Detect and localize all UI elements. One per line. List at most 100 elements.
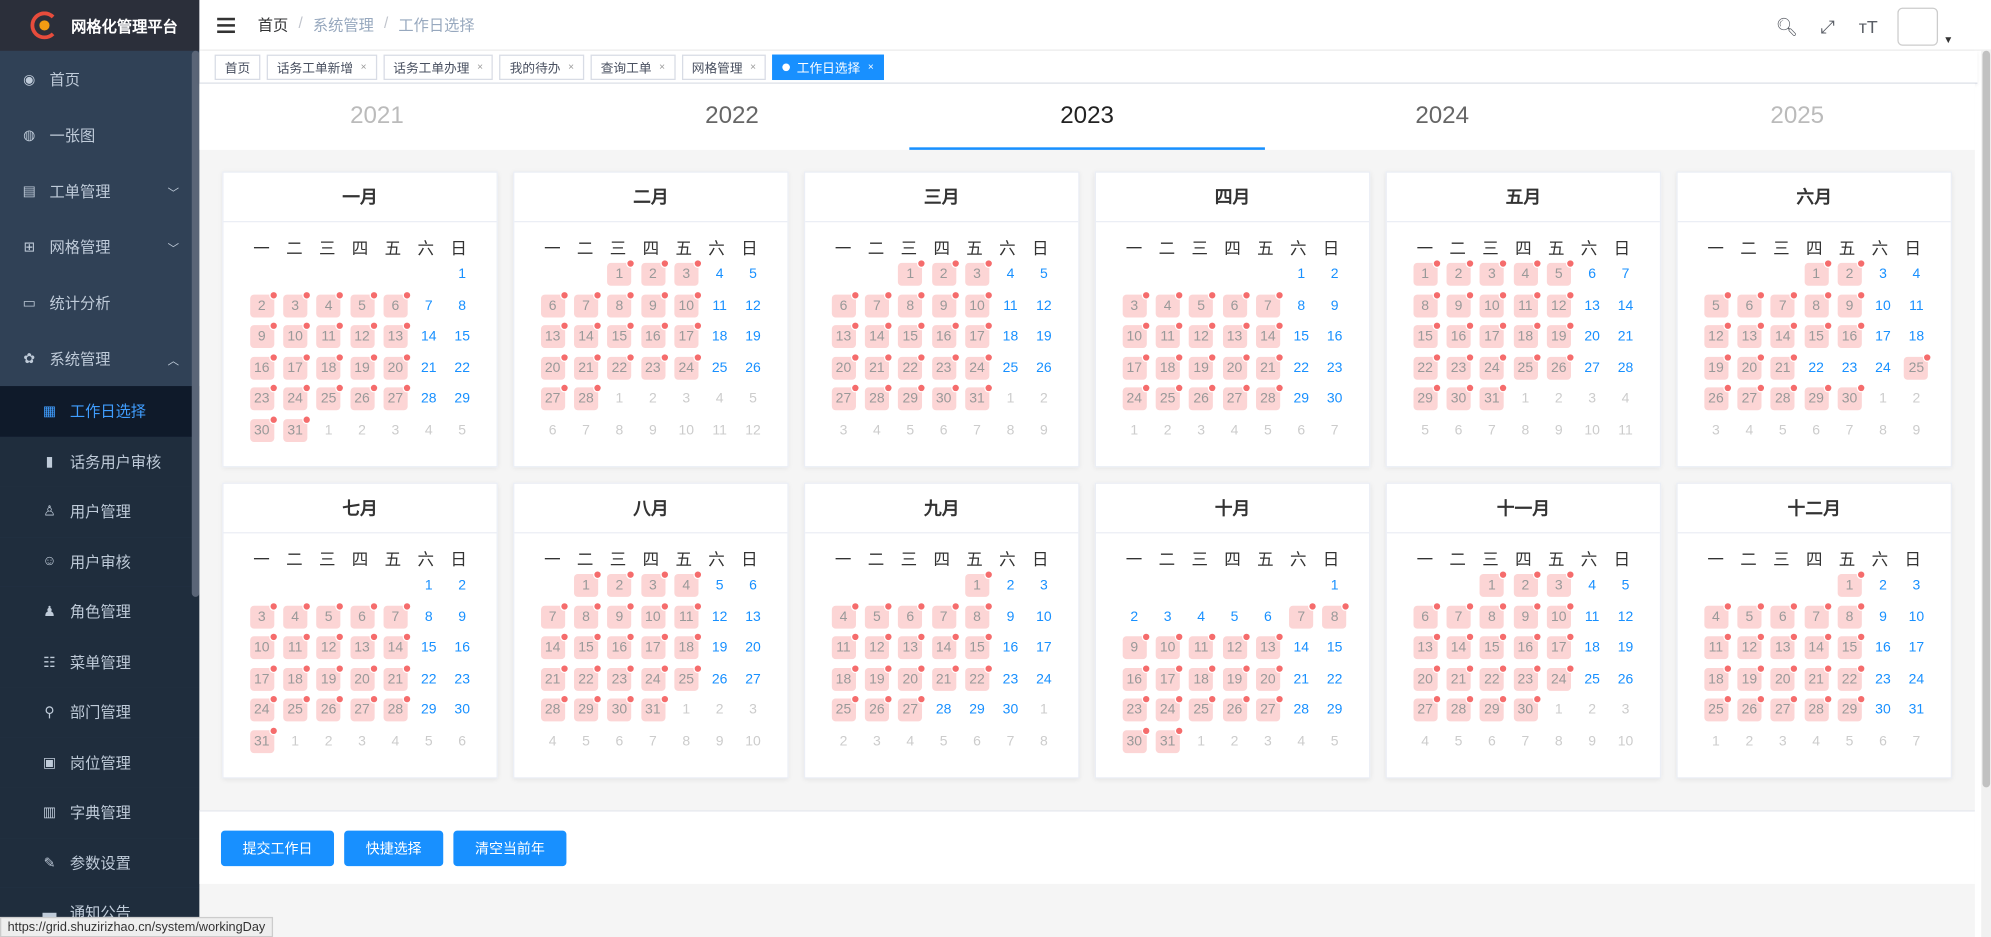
- rest-day[interactable]: 25: [1155, 383, 1184, 411]
- rest-day[interactable]: 12: [1546, 290, 1575, 317]
- rest-day[interactable]: 6: [898, 601, 927, 629]
- rest-day[interactable]: 17: [1546, 632, 1575, 660]
- rest-day[interactable]: 26: [1546, 352, 1575, 380]
- sidebar-item[interactable]: ▤ 工单管理 ﹀: [0, 163, 199, 219]
- work-day[interactable]: 9: [450, 605, 474, 628]
- rest-day[interactable]: 11: [316, 321, 345, 348]
- rest-day[interactable]: 30: [931, 383, 960, 411]
- rest-day[interactable]: 22: [1837, 663, 1866, 691]
- rest-day[interactable]: 25: [831, 694, 860, 722]
- rest-day[interactable]: 26: [1737, 694, 1766, 722]
- rest-day[interactable]: 17: [965, 321, 993, 348]
- year-tab[interactable]: 2024: [1265, 84, 1620, 150]
- rest-day[interactable]: 8: [1479, 601, 1508, 629]
- work-day[interactable]: 19: [1613, 636, 1637, 659]
- rest-day[interactable]: 14: [1255, 321, 1284, 348]
- work-day[interactable]: 3: [1156, 605, 1180, 628]
- work-day[interactable]: 23: [1837, 356, 1861, 379]
- rest-day[interactable]: 8: [965, 601, 993, 629]
- tab-0[interactable]: 首页: [214, 53, 261, 80]
- rest-day[interactable]: 20: [1737, 352, 1766, 380]
- rest-day[interactable]: 25: [1189, 694, 1217, 722]
- work-day[interactable]: 12: [708, 605, 732, 628]
- rest-day[interactable]: 6: [1770, 601, 1799, 629]
- work-day[interactable]: 4: [1189, 605, 1213, 628]
- work-day[interactable]: 1: [417, 574, 441, 597]
- rest-day[interactable]: 16: [607, 632, 636, 660]
- work-day[interactable]: 25: [998, 356, 1022, 379]
- rest-day[interactable]: 1: [1837, 570, 1866, 597]
- rest-day[interactable]: 5: [1546, 259, 1575, 286]
- rest-day[interactable]: 31: [640, 694, 669, 722]
- rest-day[interactable]: 16: [931, 321, 960, 348]
- work-day[interactable]: 2: [1871, 574, 1895, 597]
- rest-day[interactable]: 7: [573, 290, 602, 317]
- rest-day[interactable]: 25: [1703, 694, 1732, 722]
- rest-day[interactable]: 21: [573, 352, 602, 380]
- rest-day[interactable]: 14: [573, 321, 602, 348]
- rest-day[interactable]: 18: [1703, 663, 1732, 691]
- rest-day[interactable]: 6: [540, 290, 569, 317]
- rest-day[interactable]: 6: [383, 290, 412, 317]
- rest-day[interactable]: 18: [1155, 352, 1184, 380]
- rest-day[interactable]: 29: [1479, 694, 1508, 722]
- rest-day[interactable]: 4: [831, 601, 860, 629]
- rest-day[interactable]: 21: [1446, 663, 1475, 691]
- rest-day[interactable]: 2: [640, 259, 669, 286]
- work-day[interactable]: 14: [417, 325, 441, 348]
- rest-day[interactable]: 16: [1513, 632, 1542, 660]
- rest-day[interactable]: 3: [640, 570, 669, 597]
- rest-day[interactable]: 27: [898, 694, 927, 722]
- rest-day[interactable]: 25: [1904, 352, 1933, 380]
- rest-day[interactable]: 19: [316, 663, 345, 691]
- rest-day[interactable]: 12: [864, 632, 893, 660]
- work-day[interactable]: 20: [741, 636, 765, 659]
- quick-select-button[interactable]: 快捷选择: [344, 829, 444, 866]
- rest-day[interactable]: 3: [1122, 290, 1151, 317]
- rest-day[interactable]: 22: [607, 352, 636, 380]
- year-tab[interactable]: 2022: [554, 84, 909, 150]
- rest-day[interactable]: 31: [283, 414, 312, 442]
- rest-day[interactable]: 7: [540, 601, 569, 629]
- rest-day[interactable]: 26: [1189, 383, 1217, 411]
- work-day[interactable]: 7: [417, 294, 441, 317]
- tab-6[interactable]: 工作日选择 ×: [772, 53, 884, 80]
- work-day[interactable]: 8: [417, 605, 441, 628]
- rest-day[interactable]: 3: [283, 290, 312, 317]
- rest-day[interactable]: 13: [1770, 632, 1799, 660]
- rest-day[interactable]: 26: [864, 694, 893, 722]
- rest-day[interactable]: 11: [674, 601, 703, 629]
- rest-day[interactable]: 28: [1770, 383, 1799, 411]
- work-day[interactable]: 23: [1871, 667, 1895, 690]
- rest-day[interactable]: 10: [640, 601, 669, 629]
- rest-day[interactable]: 19: [1222, 663, 1251, 691]
- rest-day[interactable]: 27: [349, 694, 378, 722]
- work-day[interactable]: 8: [1289, 294, 1313, 317]
- tab-5[interactable]: 网格管理 ×: [681, 53, 767, 80]
- scrollbar-thumb[interactable]: [1982, 50, 1991, 788]
- work-day[interactable]: 10: [1904, 605, 1928, 628]
- work-day[interactable]: 21: [1613, 325, 1637, 348]
- work-day[interactable]: 19: [1032, 325, 1056, 348]
- work-day[interactable]: 15: [450, 325, 474, 348]
- rest-day[interactable]: 18: [1189, 663, 1217, 691]
- work-day[interactable]: 30: [1323, 387, 1347, 410]
- rest-day[interactable]: 6: [349, 601, 378, 629]
- rest-day[interactable]: 23: [1122, 694, 1151, 722]
- rest-day[interactable]: 22: [965, 663, 993, 691]
- work-day[interactable]: 16: [1323, 325, 1347, 348]
- rest-day[interactable]: 10: [1155, 632, 1184, 660]
- rest-day[interactable]: 14: [1804, 632, 1833, 660]
- work-day[interactable]: 28: [417, 387, 441, 410]
- work-day[interactable]: 6: [1580, 263, 1604, 286]
- rest-day[interactable]: 27: [831, 383, 860, 411]
- work-day[interactable]: 4: [708, 263, 732, 286]
- work-day[interactable]: 25: [708, 356, 732, 379]
- rest-day[interactable]: 25: [1513, 352, 1542, 380]
- work-day[interactable]: 21: [417, 356, 441, 379]
- sidebar-item[interactable]: ◉ 首页: [0, 51, 199, 107]
- work-day[interactable]: 16: [450, 636, 474, 659]
- rest-day[interactable]: 24: [965, 352, 993, 380]
- sidebar-item[interactable]: ☺ 用户审核: [0, 536, 200, 587]
- rest-day[interactable]: 15: [1837, 632, 1866, 660]
